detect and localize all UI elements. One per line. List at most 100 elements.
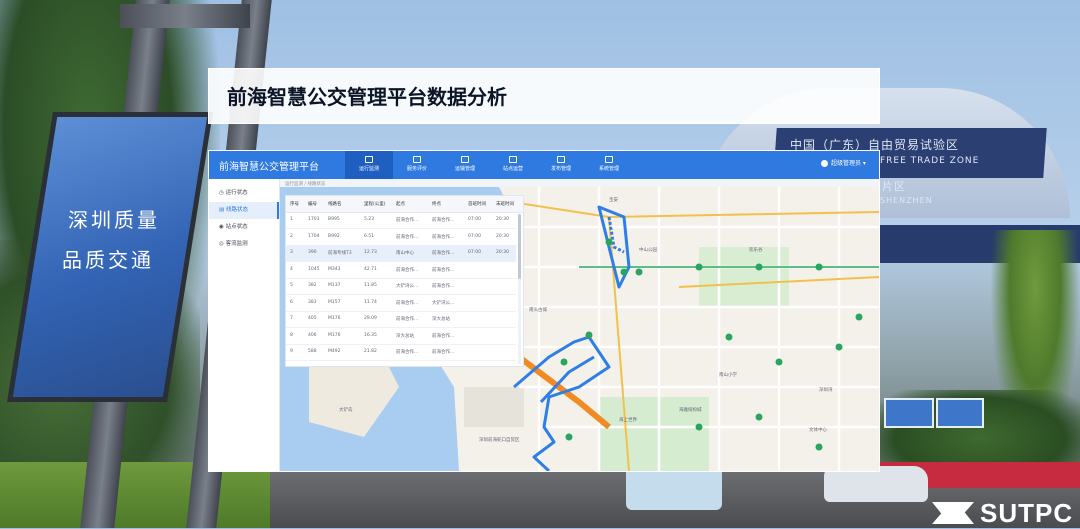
table-cell: 前海合作... [432,284,455,289]
column-header: 序号 [290,202,299,207]
map-label: 中山公园 [639,248,657,253]
table-cell: 9 [290,349,293,354]
table-cell: 42.71 [364,266,377,272]
table-cell: 前海合作... [396,300,419,306]
app-window: 大铲岛 海雅缤纷城 南山小学 深圳湾 南头古城 前海湾 中山公园 欢乐谷 宝安 … [208,150,880,472]
user-menu[interactable]: 超级管理员 ▾ [821,158,866,167]
table-row[interactable]: 3 390 前海专线T3 12.73 南山中心 前海合作... 07:00 20:30 [286,245,516,262]
table-cell: 405 [308,316,317,321]
nav-tab-system-management[interactable]: 系统管理 [585,151,633,179]
table-cell: 7 [290,316,293,321]
map-label: 深圳湾 [819,388,833,393]
table-cell: M176 [328,332,341,338]
map-label: 大铲岛 [339,408,353,413]
table-cell: 406 [308,332,317,338]
map-label: 南头古城 [529,308,547,313]
table-cell: 深大总站 [396,333,414,339]
table-row[interactable]: 8 406 M176 16.35 深大总站 前海合作... [286,328,516,345]
sidebar-item-passenger-monitor[interactable]: ◎ 客流监测 [209,236,279,253]
table-cell: 1703 [308,217,320,222]
evaluation-icon [413,156,421,163]
table-cell: M176 [328,316,341,321]
table-cell: 1 [290,217,293,222]
map-label: 海上世界 [619,418,637,423]
table-cell: 前海合作... [396,267,419,273]
sidebar-item-label: 线路状态 [225,207,248,213]
nav-tab-station-operation[interactable]: 站点运营 [489,151,537,179]
table-row[interactable]: 2 1704 B992 6.51 前海合作... 前海合作... 07:00 20:30 [286,229,516,246]
gate-text-en: FREE TRADE ZONE [880,156,980,166]
sidebar: ◷ 运行状态 ▤ 线路状态 ◉ 站点状态 ◎ 客流监测 [209,179,280,471]
column-header: 线路名 [328,202,342,207]
nav-tab-label: 发布管理 [550,166,571,172]
sign-text-line1: 深圳质量 [68,208,160,232]
table-cell: 5.23 [364,217,375,222]
station-icon [509,156,517,163]
sidebar-item-label: 运行状态 [225,190,248,196]
table-cell: 588 [308,349,317,354]
sign-text-line2: 品质交通 [62,248,154,272]
nav-tab-service-evaluation[interactable]: 服务评价 [393,151,441,179]
table-cell: 20:30 [496,233,509,239]
road-billboard [884,398,934,428]
column-header: 终点 [432,202,441,207]
table-cell: B992 [328,233,340,239]
table-cell: 29.09 [364,316,377,321]
sidebar-item-label: 客流监测 [225,241,248,247]
sidebar-item-line-status[interactable]: ▤ 线路状态 [209,202,279,219]
nav-tab-publish-management[interactable]: 发布管理 [537,151,585,179]
bus-icon [461,156,469,163]
table-cell: 8 [290,332,293,338]
road-billboard [936,398,984,428]
overlay-title: 前海智慧公交管理平台数据分析 [227,85,507,109]
breadcrumb: 运行监测 / 线路状态 [285,182,326,187]
overlay-title-bar: 前海智慧公交管理平台数据分析 [208,68,880,124]
table-row[interactable]: 9 588 M492 21.82 前海合作... 前海合作... [286,344,516,361]
table-cell: 16.35 [364,332,377,338]
table-row[interactable]: 7 405 M176 29.09 前海合作... 深大总站 [286,311,516,328]
column-header: 里程(公里) [364,202,386,207]
table-cell: 深大总站 [432,317,450,322]
table-cell: 大铲湾公... [432,300,455,306]
nav-tab-operation-monitor[interactable]: 运行监测 [345,151,393,179]
table-cell: 前海合作... [396,234,419,240]
map-label: 南山小学 [719,373,737,378]
table-row[interactable]: 5 382 M137 11.85 大铲湾公... 前海合作... [286,278,516,295]
table-row[interactable]: 6 383 M157 11.74 前海合作... 大铲湾公... [286,295,516,312]
table-cell: 前海合作... [432,350,455,355]
nav-tab-transport-management[interactable]: 运输管理 [441,151,489,179]
map-label: 海雅缤纷城 [679,408,702,413]
sidebar-item-label: 站点状态 [225,224,248,230]
publish-icon [557,156,565,163]
table-scrollbar-thumb[interactable] [518,214,521,279]
map-label: 欢乐谷 [749,248,763,253]
table-row[interactable]: 4 1045 M343 42.71 前海合作... 前海合作... [286,262,516,279]
table-cell: 3 [290,250,293,255]
table-cell: 前海合作... [396,218,419,223]
table-cell: 前海合作... [432,267,455,273]
table-cell: 5 [290,283,293,288]
sidebar-item-station-status[interactable]: ◉ 站点状态 [209,219,279,236]
gate-text-district: 片区 [882,180,906,193]
city-bus [626,466,722,510]
table-cell: M492 [328,349,341,354]
table-cell: 前海合作... [432,234,455,240]
table-cell: 1045 [308,266,320,272]
table-cell: 6.51 [364,233,375,239]
table-cell: 2 [290,233,293,239]
nav-tab-label: 站点运营 [502,166,523,172]
column-header: 起点 [396,202,405,207]
table-cell: 大铲湾公... [396,284,419,289]
table-row[interactable]: 1 1703 B995 5.23 前海合作... 前海合作... 07:00 20:30 [286,212,516,229]
table-cell: 4 [290,266,293,272]
table-cell: M137 [328,283,341,288]
table-cell: 07:00 [468,233,481,239]
table-cell: 07:00 [468,217,481,222]
table-cell: 1704 [308,233,320,239]
map-label: 文体中心 [809,428,827,433]
table-cell: 前海专线T3 [328,251,352,256]
table-cell: 前海合作... [432,218,455,223]
sidebar-item-operation-status[interactable]: ◷ 运行状态 [209,185,279,202]
table-cell: 11.85 [364,283,377,288]
map-label: 宝安 [609,198,618,203]
